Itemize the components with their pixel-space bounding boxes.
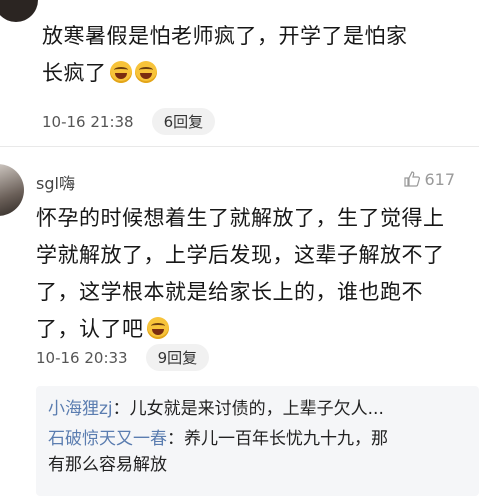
avatar[interactable] [0,0,38,22]
comment-text-line: 学就解放了，上学后发现，这辈子解放不了 [36,243,445,267]
comment-text-line: 怀孕的时候想着生了就解放了，生了觉得上 [36,206,445,230]
sub-reply-user[interactable]: 石破惊天又一春 [48,429,167,449]
sub-reply: 有那么容易解放 [48,452,473,479]
like-button[interactable]: 617 [404,170,455,189]
comment-username[interactable]: sgl嗨 [36,170,75,194]
comment-item: sgl嗨 617 怀孕的时候想着生了就解放了，生了觉得上 学就解放了，上学后发现… [0,150,479,496]
grinning-face-icon [134,61,157,83]
sub-reply-text: ：儿女就是来讨债的，上辈子欠人... [112,399,384,419]
comment-text: 放寒暑假是怕老师疯了，开学了是怕家 长疯了 [42,18,462,92]
divider [0,146,479,147]
comment-text-line: 了，这学根本就是给家长上的，谁也跑不 [36,280,423,304]
sub-reply[interactable]: 小海狸zj：儿女就是来讨债的，上辈子欠人... [48,396,473,423]
comment-text-line: 了，认了吧 [36,317,144,341]
comment-text: 怀孕的时候想着生了就解放了，生了觉得上 学就解放了，上学后发现，这辈子解放不了 … [36,200,476,348]
comment-meta: 10-16 20:33 9回复 [36,344,210,371]
comment-item: 放寒暑假是怕老师疯了，开学了是怕家 长疯了 10-16 21:38 6回复 [0,0,479,140]
grinning-face-icon [109,61,132,83]
replies-button[interactable]: 9回复 [145,344,210,371]
sub-reply[interactable]: 石破惊天又一春：养儿一百年长忧九十九，那 [48,426,473,453]
sub-reply-text: 有那么容易解放 [48,455,167,475]
sub-reply-text: ：养儿一百年长忧九十九，那 [167,429,388,449]
avatar[interactable] [0,164,24,216]
timestamp: 10-16 21:38 [42,113,134,131]
comment-text-line: 长疯了 [42,61,107,85]
comment-text-line: 放寒暑假是怕老师疯了，开学了是怕家 [42,24,408,48]
sub-reply-user[interactable]: 小海狸zj [48,399,113,419]
thumbs-up-icon [404,171,421,187]
comment-meta: 10-16 21:38 6回复 [42,108,216,135]
timestamp: 10-16 20:33 [36,349,128,367]
replies-button[interactable]: 6回复 [151,108,216,135]
tears-of-joy-icon [146,317,169,339]
like-count: 617 [424,170,455,189]
